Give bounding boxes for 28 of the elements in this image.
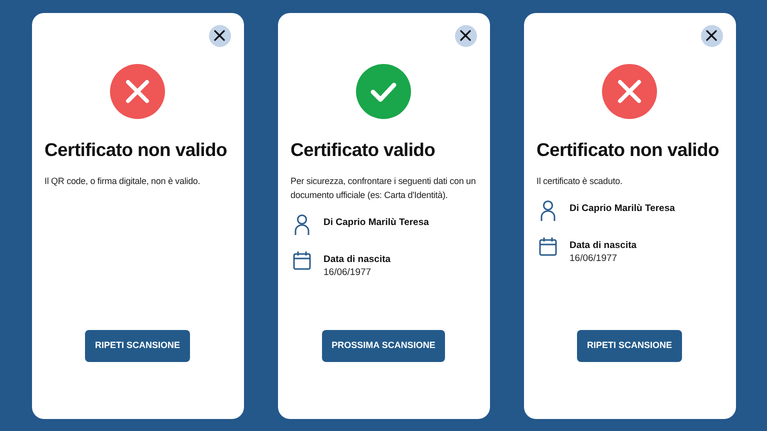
detail-label: Di Caprio Marilù Teresa xyxy=(324,216,429,229)
close-icon xyxy=(460,30,471,41)
close-button[interactable] xyxy=(208,24,230,46)
close-icon xyxy=(214,30,225,41)
result-title: Certificato non valido xyxy=(44,138,228,161)
detail-label: Di Caprio Marilù Teresa xyxy=(570,202,675,215)
result-title: Certificato non valido xyxy=(536,138,720,161)
calendar-icon xyxy=(292,250,310,270)
person-icon xyxy=(294,214,310,236)
error-circle-icon xyxy=(602,64,657,118)
calendar-icon xyxy=(538,236,556,256)
error-circle-icon xyxy=(110,64,165,118)
check-circle-icon xyxy=(356,64,411,118)
close-icon xyxy=(706,30,717,41)
close-button[interactable] xyxy=(700,24,722,46)
close-button[interactable] xyxy=(454,24,476,46)
result-title: Certificato valido xyxy=(290,138,436,161)
detail-label: Data di nascita xyxy=(570,238,637,252)
detail-value: 16/06/1977 xyxy=(324,266,372,279)
detail-value: 16/06/1977 xyxy=(570,252,618,265)
scan-button[interactable]: RIPETI SCANSIONE xyxy=(576,330,682,362)
result-message: Il certificato è scaduto. xyxy=(536,174,624,188)
scan-button[interactable]: PROSSIMA SCANSIONE xyxy=(322,330,446,362)
detail-label: Data di nascita xyxy=(324,252,391,266)
result-message: Per sicurezza, confrontare i seguenti dati con un documento ufficiale (es: Carta d'Identità). xyxy=(290,174,476,202)
person-icon xyxy=(540,200,556,222)
result-message: Il QR code, o firma digitale, non è valido. xyxy=(44,174,202,188)
scan-button[interactable]: RIPETI SCANSIONE xyxy=(84,330,190,362)
